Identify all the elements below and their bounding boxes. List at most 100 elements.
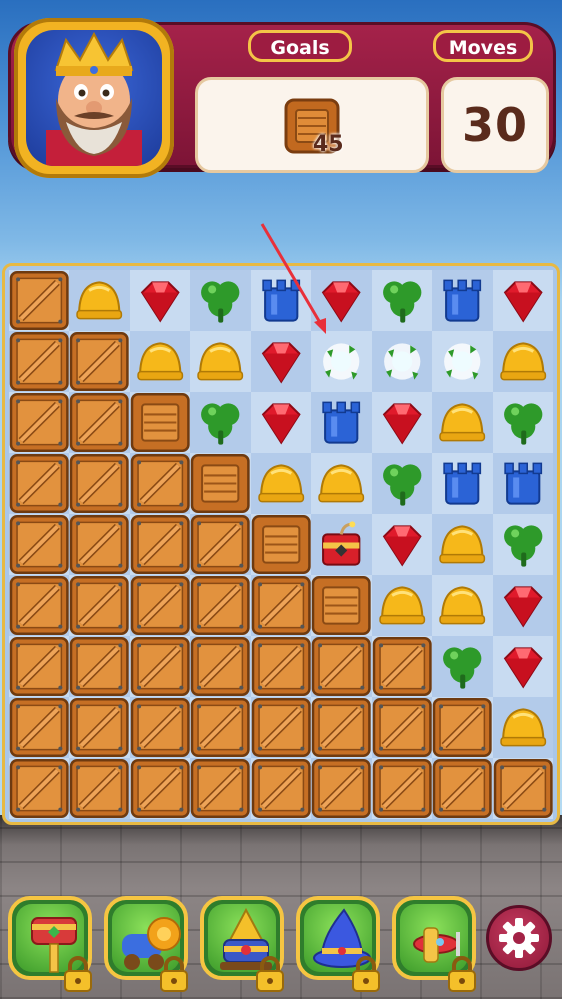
- board-cell[interactable]: [250, 453, 312, 514]
- hammer-booster[interactable]: [8, 896, 92, 992]
- king-avatar[interactable]: [14, 18, 174, 178]
- board-cell[interactable]: [371, 331, 433, 392]
- board-cell[interactable]: [129, 697, 191, 758]
- board-cell[interactable]: [69, 392, 130, 453]
- board-cell[interactable]: [69, 636, 130, 697]
- board-cell[interactable]: [190, 697, 251, 758]
- board-cell[interactable]: [432, 392, 493, 453]
- board-cell[interactable]: [9, 758, 70, 819]
- board-cell[interactable]: [129, 331, 191, 392]
- ruby-piece-icon: [503, 647, 543, 689]
- board-cell[interactable]: [492, 331, 553, 392]
- board-cell[interactable]: [9, 392, 70, 453]
- board-cell[interactable]: [492, 514, 553, 575]
- board-cell[interactable]: [69, 331, 130, 392]
- board-cell[interactable]: [432, 758, 493, 819]
- settings-button[interactable]: [486, 905, 552, 971]
- board-cell[interactable]: [311, 575, 372, 636]
- board-cell[interactable]: [190, 758, 251, 819]
- board-cell[interactable]: [69, 697, 130, 758]
- board-cell[interactable]: [9, 514, 70, 575]
- board-cell[interactable]: [9, 453, 70, 514]
- board-cell[interactable]: [190, 514, 251, 575]
- goals-label: Goals: [248, 30, 352, 62]
- board-cell[interactable]: [311, 453, 372, 514]
- board-cell[interactable]: [371, 514, 433, 575]
- wizard-hat-booster[interactable]: [296, 896, 380, 992]
- board-cell[interactable]: [190, 392, 251, 453]
- board-cell[interactable]: [432, 331, 493, 392]
- board-cell[interactable]: [129, 575, 191, 636]
- board-cell[interactable]: [492, 575, 553, 636]
- tower-piece-icon: [443, 462, 482, 505]
- helmet-piece-icon: [76, 281, 123, 320]
- board-cell[interactable]: [129, 636, 191, 697]
- board-cell[interactable]: [432, 270, 493, 331]
- board-cell[interactable]: [371, 636, 433, 697]
- moves-label: Moves: [433, 30, 533, 62]
- board-cell[interactable]: [371, 758, 433, 819]
- board-cell[interactable]: [129, 758, 191, 819]
- board-cell[interactable]: [250, 575, 312, 636]
- board-cell[interactable]: [311, 331, 372, 392]
- board-cell[interactable]: [190, 636, 251, 697]
- board-cell[interactable]: [492, 270, 553, 331]
- cannon-booster[interactable]: [104, 896, 188, 992]
- board-cell[interactable]: [9, 636, 70, 697]
- board-cell[interactable]: [190, 331, 251, 392]
- board-cell[interactable]: [432, 453, 493, 514]
- moves-panel: 30: [441, 77, 549, 173]
- board-cell[interactable]: [492, 392, 553, 453]
- board-cell[interactable]: [129, 392, 191, 453]
- board-cell[interactable]: [9, 575, 70, 636]
- board-cell[interactable]: [69, 453, 130, 514]
- board-cell[interactable]: [250, 636, 312, 697]
- board-cell[interactable]: [190, 575, 251, 636]
- board-cell[interactable]: [250, 331, 312, 392]
- board-cell[interactable]: [69, 270, 130, 331]
- board-cell[interactable]: [190, 453, 251, 514]
- board-cell[interactable]: [250, 270, 312, 331]
- board-cell[interactable]: [9, 270, 70, 331]
- board-cell[interactable]: [371, 575, 433, 636]
- board-cell[interactable]: [129, 453, 191, 514]
- crate-piece-icon: [130, 454, 190, 513]
- board-cell[interactable]: [371, 697, 433, 758]
- board-cell[interactable]: [69, 575, 130, 636]
- clover-piece-icon: [443, 647, 482, 689]
- board-cell[interactable]: [492, 453, 553, 514]
- board-cell[interactable]: [371, 453, 433, 514]
- board-cell[interactable]: [311, 270, 372, 331]
- board-cell[interactable]: [311, 514, 372, 575]
- board-cell[interactable]: [129, 514, 191, 575]
- board-cell[interactable]: [492, 636, 553, 697]
- board-cell[interactable]: [250, 758, 312, 819]
- crate-piece-icon: [9, 637, 69, 696]
- board-cell[interactable]: [69, 514, 130, 575]
- board-cell[interactable]: [432, 514, 493, 575]
- board-cell[interactable]: [492, 697, 553, 758]
- board-cell[interactable]: [311, 636, 372, 697]
- board-cell[interactable]: [69, 758, 130, 819]
- board-cell[interactable]: [9, 331, 70, 392]
- board-cell[interactable]: [311, 758, 372, 819]
- board-cell[interactable]: [250, 392, 312, 453]
- board-cell[interactable]: [432, 636, 493, 697]
- board-cell[interactable]: [371, 270, 433, 331]
- board-cell[interactable]: [250, 514, 312, 575]
- board-cell[interactable]: [432, 575, 493, 636]
- board-cell[interactable]: [129, 270, 191, 331]
- board-cell[interactable]: [9, 697, 70, 758]
- crate-piece-icon: [130, 576, 190, 635]
- board-cell[interactable]: [432, 697, 493, 758]
- board-cell[interactable]: [250, 697, 312, 758]
- drill-booster[interactable]: [200, 896, 284, 992]
- airplane-booster[interactable]: [392, 896, 476, 992]
- box-piece-icon: [191, 454, 251, 513]
- board-cell[interactable]: [311, 697, 372, 758]
- goal-count: 45: [313, 132, 344, 157]
- board-cell[interactable]: [371, 392, 433, 453]
- board-cell[interactable]: [311, 392, 372, 453]
- board-cell[interactable]: [190, 270, 251, 331]
- board-cell[interactable]: [492, 758, 553, 819]
